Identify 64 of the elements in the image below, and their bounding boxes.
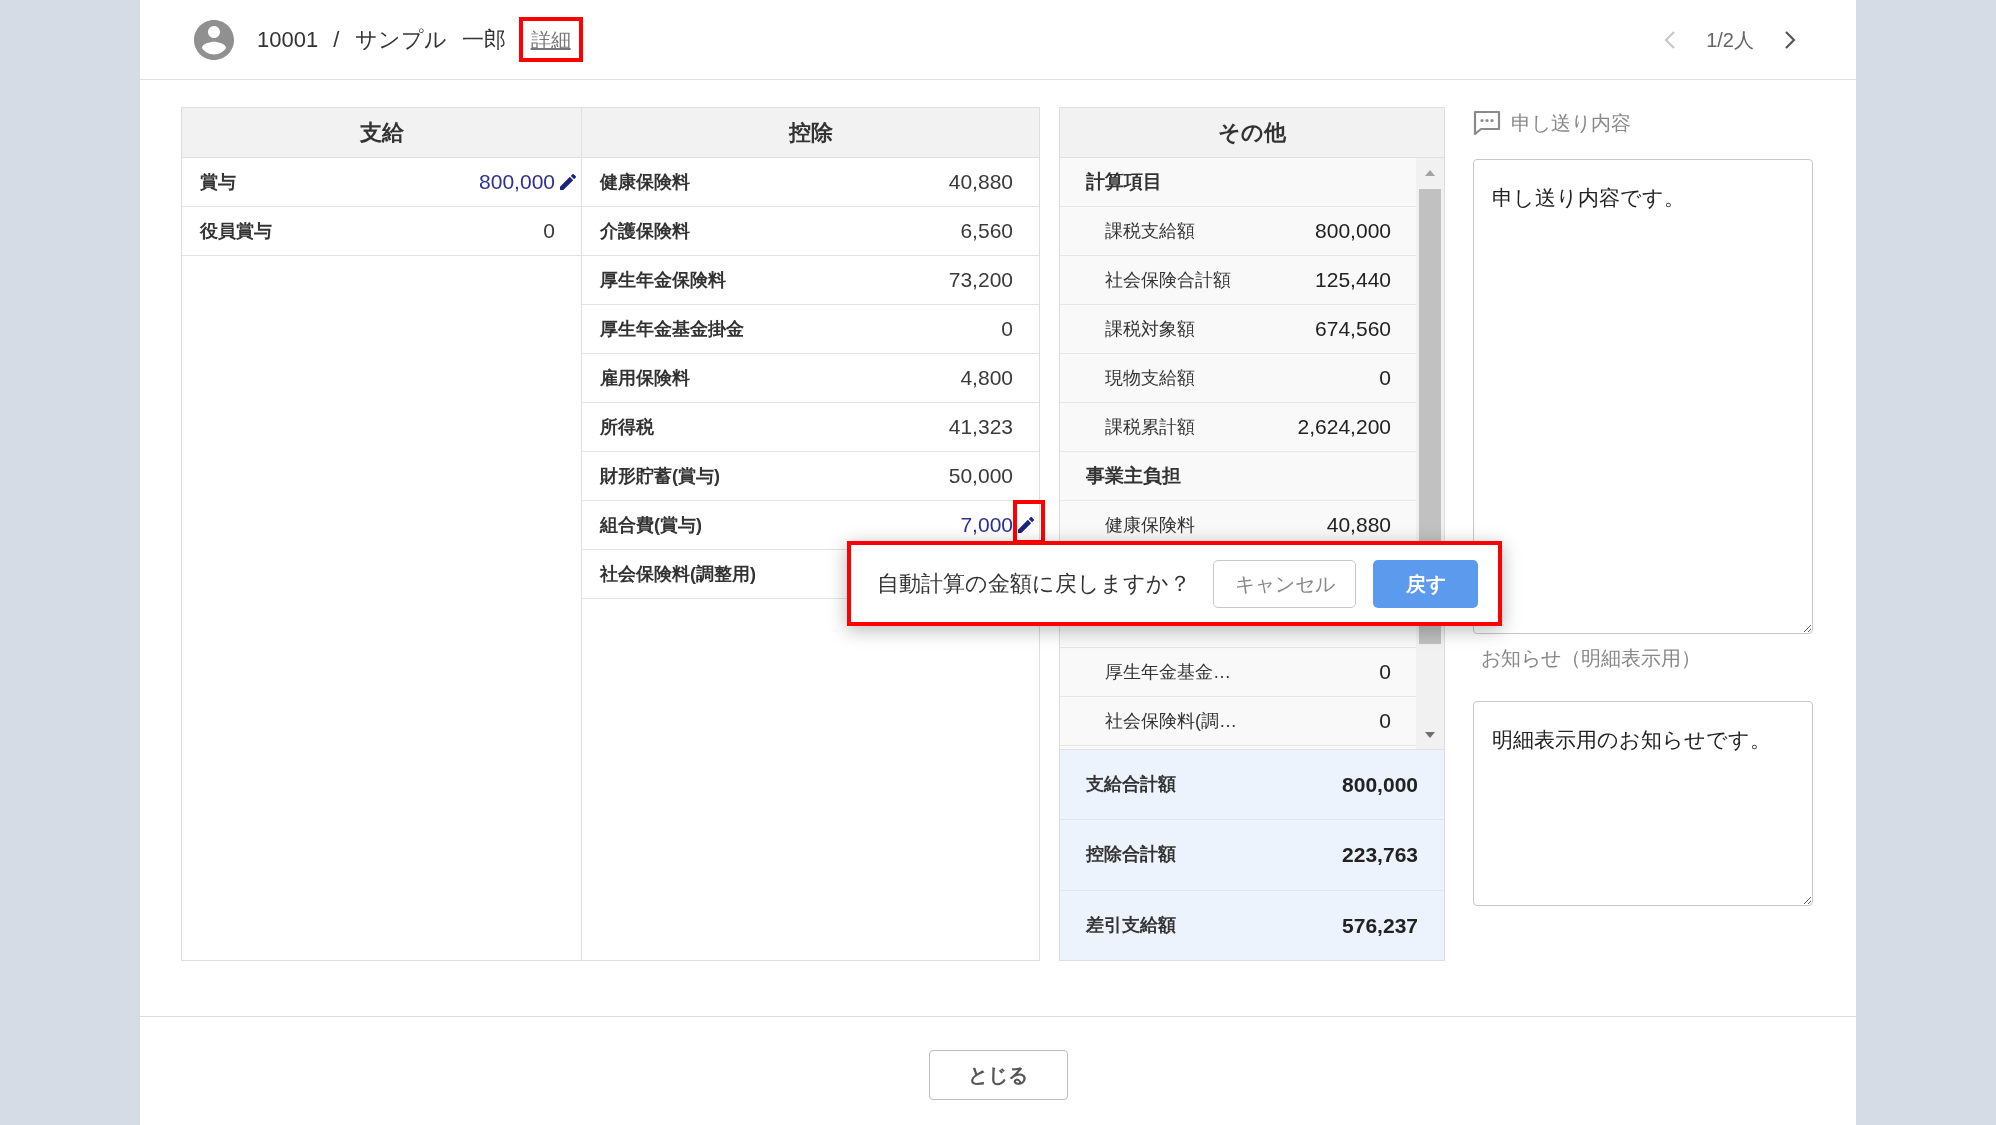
row-label: 賞与	[200, 170, 236, 194]
row-label: 介護保険料	[600, 219, 690, 243]
row-label: 役員賞与	[200, 219, 272, 243]
row-label: 健康保険料	[1105, 513, 1195, 537]
column-header: 支給	[182, 108, 581, 158]
amount-value: 6,560	[960, 218, 1013, 245]
detail-link[interactable]: 詳細	[530, 24, 571, 55]
group-heading: 事業主負担	[1086, 463, 1181, 488]
total-label: 支給合計額	[1086, 773, 1176, 797]
popup-message: 自動計算の金額に戻しますか？	[877, 570, 1191, 598]
total-label: 差引支給額	[1086, 913, 1176, 937]
scroll-down-arrow-icon[interactable]	[1425, 731, 1435, 738]
row-label: 雇用保険料	[600, 366, 690, 390]
pencil-icon[interactable]	[1018, 517, 1034, 533]
row-label: 厚生年金基金…	[1105, 660, 1231, 684]
row-label: 財形貯蓄(賞与)	[600, 464, 720, 488]
avatar-icon	[194, 19, 234, 60]
notice-textarea[interactable]: 明細表示用のお知らせです。	[1473, 701, 1813, 906]
amount-value: 40,880	[1326, 512, 1391, 539]
total-label: 控除合計額	[1086, 843, 1176, 867]
row-label: 組合費(賞与)	[600, 513, 702, 537]
amount-value: 800,000	[1315, 218, 1391, 245]
total-value: 800,000	[1342, 771, 1418, 798]
amount-value: 0	[1379, 365, 1391, 392]
row-label: 課税累計額	[1105, 415, 1195, 439]
amount-value: 40,880	[948, 169, 1013, 196]
row-label: 社会保険料(調…	[1105, 709, 1237, 733]
group-heading: 計算項目	[1086, 169, 1162, 194]
row-label: 現物支給額	[1105, 366, 1195, 390]
total-value: 223,763	[1342, 842, 1418, 869]
row-label: 社会保険合計額	[1105, 268, 1231, 292]
row-label: 健康保険料	[600, 170, 690, 194]
total-value: 576,237	[1342, 912, 1418, 939]
amount-value: 2,624,200	[1297, 414, 1391, 441]
handover-textarea[interactable]: 申し送り内容です。	[1473, 159, 1813, 634]
chevron-right-icon[interactable]	[1784, 29, 1796, 50]
amount-value: 125,440	[1315, 267, 1391, 294]
amount-value: 800,000	[479, 169, 555, 196]
row-label: 所得税	[600, 415, 654, 439]
amount-value: 7,000	[960, 512, 1013, 539]
section-label: 申し送り内容	[1511, 111, 1631, 136]
amount-value: 50,000	[948, 463, 1013, 490]
amount-value: 0	[543, 218, 555, 245]
section-label: お知らせ（明細表示用）	[1481, 646, 1702, 670]
page-counter: 1/2人	[1706, 27, 1754, 53]
amount-value: 4,800	[960, 365, 1013, 392]
row-label: 課税対象額	[1105, 317, 1195, 341]
amount-value: 73,200	[948, 267, 1013, 294]
row-label: 社会保険料(調整用)	[600, 562, 756, 586]
speech-bubble-icon	[1473, 110, 1501, 136]
employee-name: 10001 / サンプル 一郎	[257, 26, 506, 54]
amount-value: 0	[1001, 316, 1013, 343]
row-label: 厚生年金保険料	[600, 268, 726, 292]
cancel-button[interactable]: キャンセル	[1213, 559, 1356, 608]
row-label: 課税支給額	[1105, 219, 1195, 243]
amount-value: 674,560	[1315, 316, 1391, 343]
column-header: その他	[1060, 108, 1444, 158]
close-button[interactable]: とじる	[928, 1050, 1068, 1100]
amount-value: 41,323	[948, 414, 1013, 441]
row-label: 厚生年金基金掛金	[600, 317, 744, 341]
amount-value: 0	[1379, 659, 1391, 686]
column-header: 控除	[582, 108, 1039, 158]
amount-value: 0	[1379, 708, 1391, 735]
pencil-icon[interactable]	[560, 174, 576, 190]
